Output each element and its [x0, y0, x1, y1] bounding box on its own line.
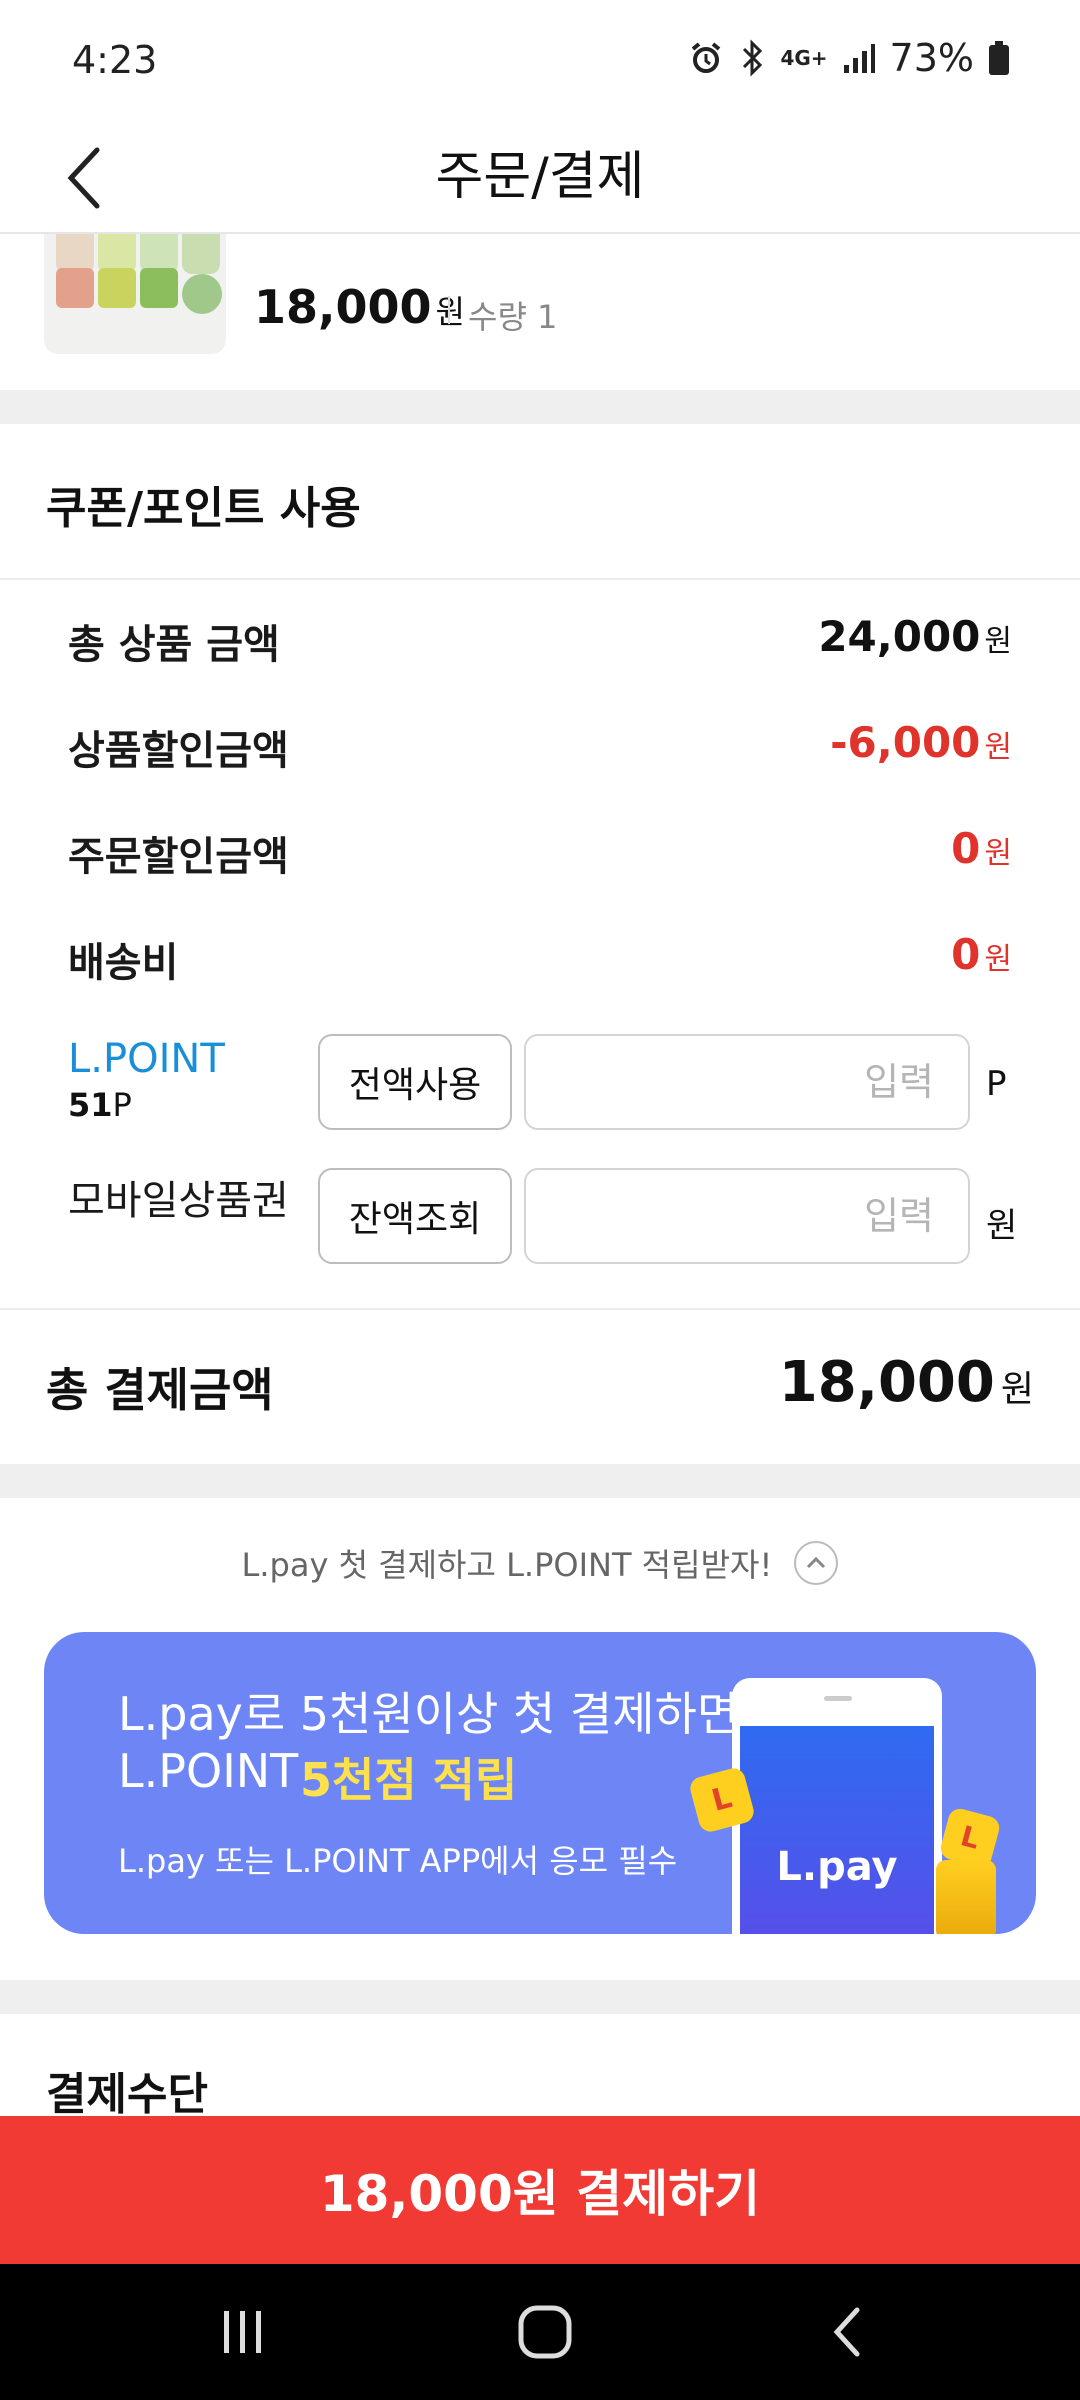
product-discount-label: 상품할인금액: [68, 728, 289, 774]
total-product-amount-value: 24,000 원: [818, 612, 1012, 661]
payment-method-title: 결제수단: [46, 2069, 208, 2120]
promo-text: L.pay 첫 결제하고 L.POINT 적립받자!: [241, 1546, 773, 1584]
section-gap: [0, 390, 1080, 424]
divider: [0, 1308, 1080, 1310]
pay-button[interactable]: 18,000원 결제하기: [0, 2116, 1080, 2264]
giftcard-input[interactable]: 입력: [524, 1168, 970, 1264]
home-button[interactable]: [500, 2294, 590, 2370]
divider: [0, 578, 1080, 580]
product-price: 18,000 원: [254, 280, 465, 334]
giftcard-label: 모바일상품권: [68, 1178, 289, 1224]
total-product-amount-label: 총 상품 금액: [68, 622, 280, 668]
total-payment-label: 총 결제금액: [46, 1363, 274, 1417]
coin-stack: [936, 1860, 996, 1934]
order-discount-value: 0원: [951, 824, 1012, 873]
banner-subheadline: L.POINT: [118, 1744, 299, 1798]
back-icon: [833, 2307, 860, 2357]
check-balance-button[interactable]: 잔액조회: [318, 1168, 512, 1264]
status-bar: 4:23 4G+ 73%: [0, 0, 1080, 122]
banner-note: L.pay 또는 L.POINT APP에서 응모 필수: [118, 1842, 678, 1880]
section-gap: [0, 1980, 1080, 2014]
recents-icon: [224, 2311, 261, 2353]
promo-toggle[interactable]: L.pay 첫 결제하고 L.POINT 적립받자!: [0, 1540, 1080, 1586]
recents-button[interactable]: [198, 2294, 288, 2370]
product-price-value: 18,000: [254, 280, 432, 334]
bluetooth-icon: [738, 39, 766, 77]
order-discount-label: 주문할인금액: [68, 834, 289, 880]
status-icons: 4G+ 73%: [688, 36, 1010, 80]
home-icon: [518, 2305, 572, 2359]
lpoint-input-unit: P: [986, 1064, 1007, 1104]
product-image: [44, 234, 226, 354]
nav-back-button[interactable]: [802, 2294, 892, 2370]
network-type-icon: 4G+: [780, 46, 828, 70]
app-header: 주문/결제: [0, 122, 1080, 234]
total-payment-value: 18,000 원: [778, 1350, 1034, 1415]
battery-icon: [988, 40, 1010, 76]
signal-icon: [842, 41, 876, 75]
product-item: 18,000 원 수량 1: [0, 234, 1080, 390]
shipping-fee-label: 배송비: [68, 940, 179, 986]
product-discount-value: -6,000 원: [830, 718, 1012, 767]
page-title: 주문/결제: [435, 147, 645, 207]
status-time: 4:23: [72, 38, 158, 82]
lpoint-label: L.POINT: [68, 1036, 225, 1082]
lpoint-balance: 51P: [68, 1086, 132, 1124]
lpay-logo: L.pay: [776, 1844, 898, 1890]
phone-illustration: L.pay: [732, 1678, 942, 1934]
chevron-up-icon[interactable]: [794, 1541, 839, 1585]
product-price-unit: 원: [435, 293, 465, 331]
use-all-points-button[interactable]: 전액사용: [318, 1034, 512, 1130]
lpay-promo-banner[interactable]: L.pay로 5천원이상 첫 결제하면 L.POINT 5천점 적립 L.pay…: [44, 1632, 1036, 1934]
battery-text: 73%: [889, 36, 974, 80]
shipping-fee-value: 0원: [951, 930, 1012, 979]
section-gap: [0, 1464, 1080, 1498]
alarm-icon: [688, 40, 724, 76]
product-quantity: 수량 1: [468, 298, 558, 336]
banner-highlight: 5천점 적립: [300, 1753, 518, 1807]
lpoint-input[interactable]: 입력: [524, 1034, 970, 1130]
giftcard-input-unit: 원: [986, 1206, 1018, 1246]
divider: [448, 296, 450, 324]
coupon-section-title: 쿠폰/포인트 사용: [46, 483, 361, 534]
banner-headline: L.pay로 5천원이상 첫 결제하면: [118, 1687, 740, 1741]
system-nav-bar: [0, 2264, 1080, 2400]
